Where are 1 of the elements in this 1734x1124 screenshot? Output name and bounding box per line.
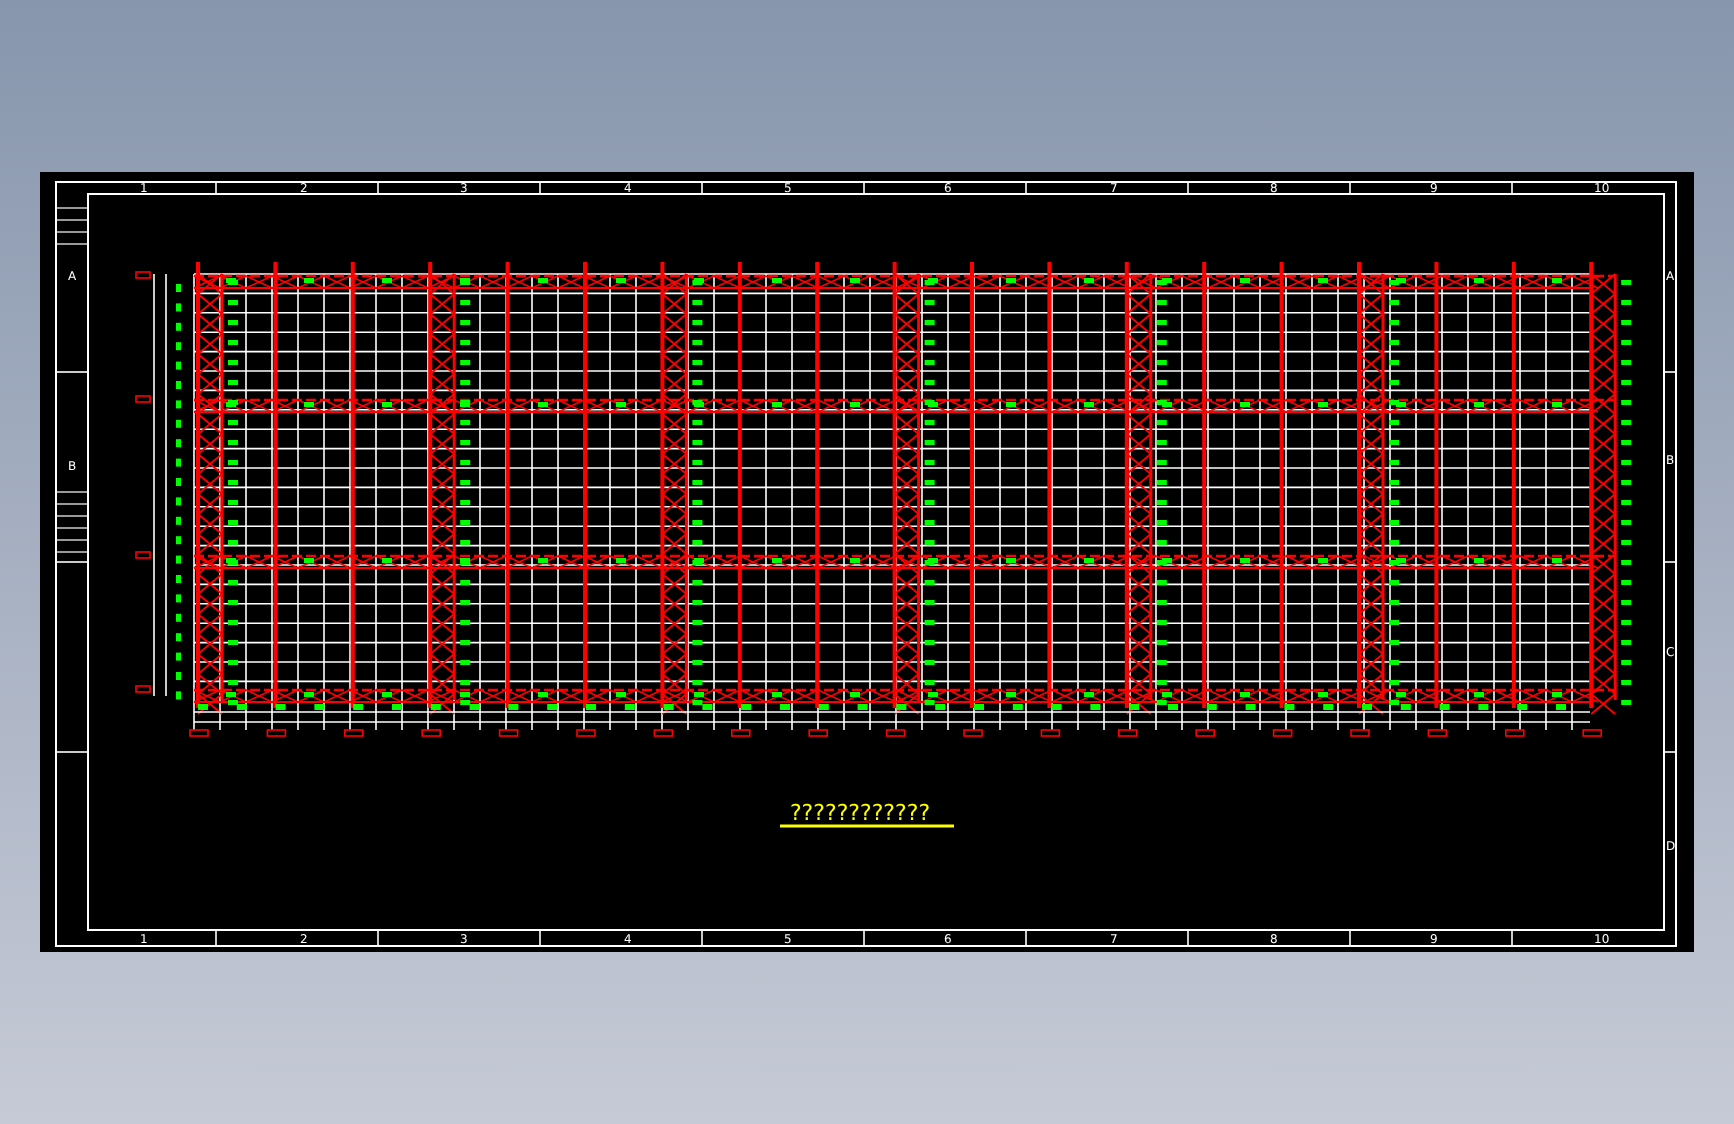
drawing-title: ???????????? <box>789 800 931 826</box>
